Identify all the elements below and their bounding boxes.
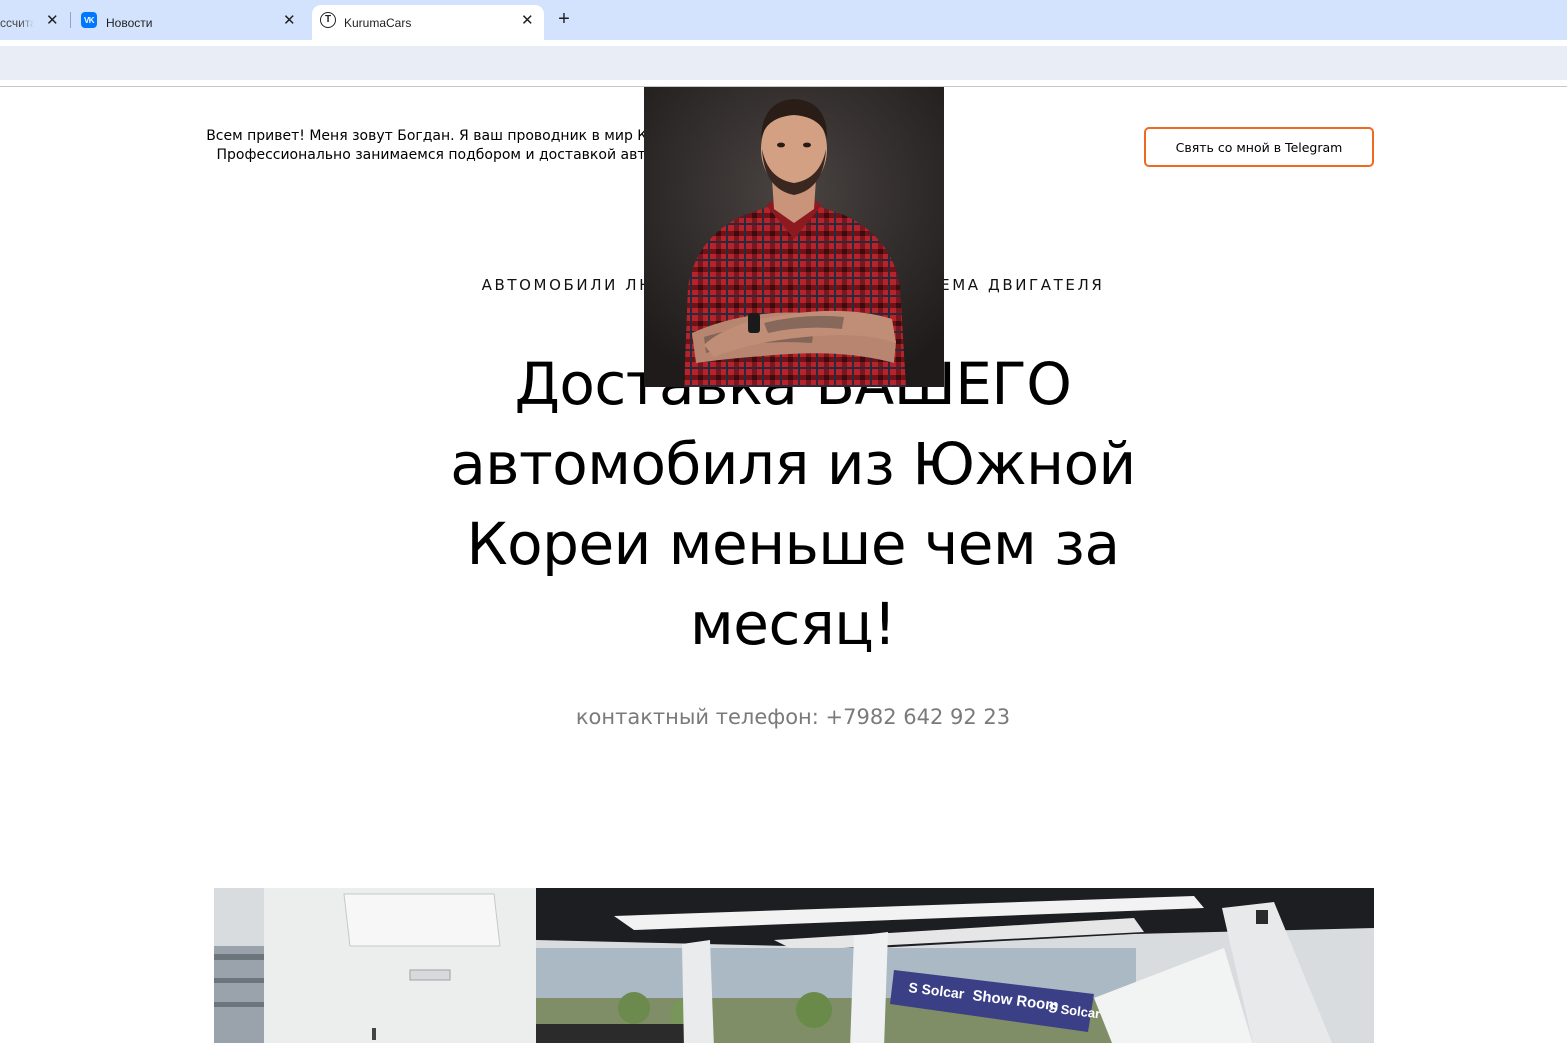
contact-phone: контактный телефон: +7982 642 92 23	[575, 705, 1011, 729]
telegram-contact-button[interactable]: Свять со мной в Telegram	[1144, 127, 1374, 167]
browser-toolbar	[0, 40, 1567, 86]
browser-tab-active[interactable]: T KurumaCars ✕	[312, 5, 544, 40]
close-icon[interactable]: ✕	[521, 13, 534, 28]
new-tab-button[interactable]: +	[555, 9, 573, 29]
vk-logo-icon: VK	[81, 12, 97, 28]
close-icon[interactable]: ✕	[46, 13, 59, 28]
intro-line: Всем привет! Меня зовут Богдан. Я ваш пр…	[206, 128, 656, 144]
tilda-logo-icon: T	[320, 12, 336, 28]
tab-separator	[70, 12, 71, 28]
showroom-illustration: S Solcar Show Room S Solcar	[214, 888, 1374, 1043]
browser-tab[interactable]: VK Новости ✕	[72, 5, 308, 40]
intro-text: Всем привет! Меня зовут Богдан. Я ваш пр…	[196, 127, 666, 165]
address-bar[interactable]	[0, 46, 1567, 80]
browser-tab[interactable]: ссчита ✕	[0, 5, 70, 40]
tab-title: KurumaCars	[344, 15, 412, 30]
page-title: Доставка ВАШЕГО автомобиля из Южной Коре…	[450, 350, 1136, 658]
page-viewport: Всем привет! Меня зовут Богдан. Я ваш пр…	[0, 87, 1567, 1043]
tab-title: ссчита	[0, 15, 34, 30]
tab-title: Новости	[106, 15, 153, 30]
showroom-photo: S Solcar Show Room S Solcar	[214, 888, 1374, 1043]
portrait-photo	[644, 87, 944, 387]
close-icon[interactable]: ✕	[283, 13, 296, 28]
browser-tab-strip: ссчита ✕ VK Новости ✕ T KurumaCars ✕ +	[0, 0, 1567, 40]
person-portrait-illustration	[644, 87, 944, 387]
intro-line: Профессионально занимаемся подбором и до…	[216, 147, 646, 163]
